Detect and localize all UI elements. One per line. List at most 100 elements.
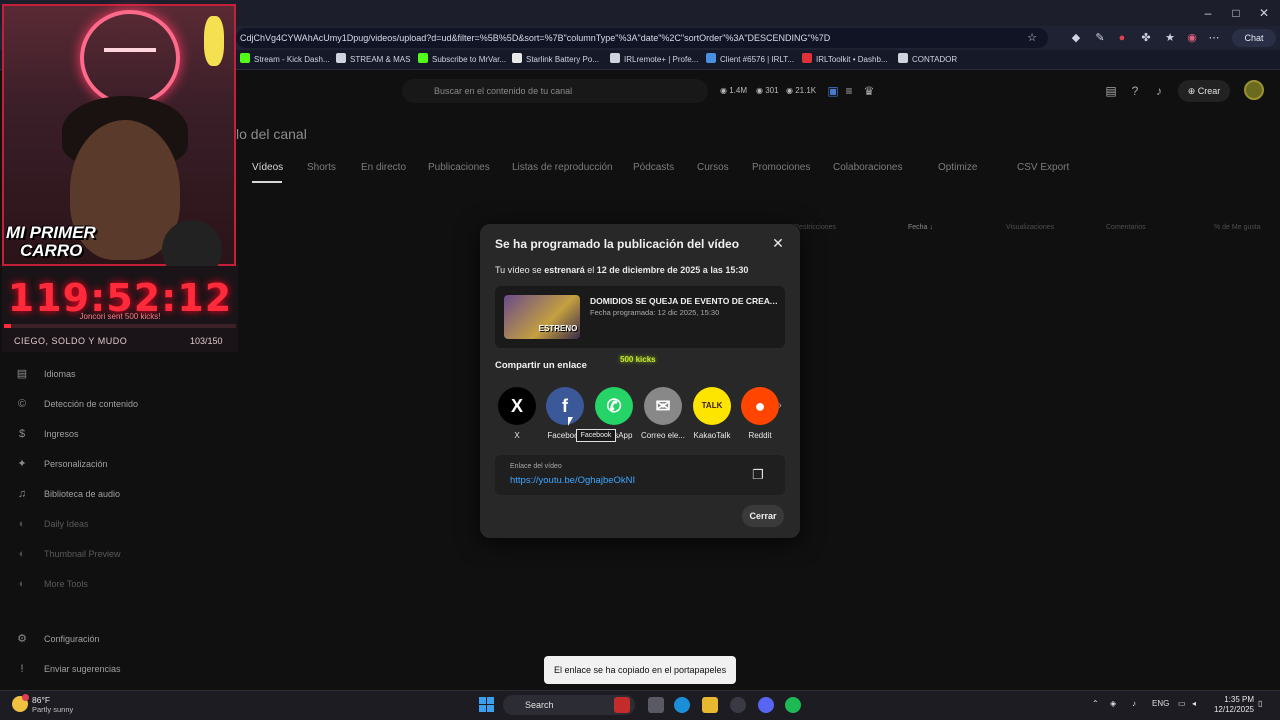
sidebar-item[interactable]: ▤ Idiomas	[14, 364, 76, 384]
column-header[interactable]: Restricciones	[794, 224, 836, 231]
goal-progress-track	[4, 324, 236, 328]
search-input[interactable]: Buscar en el contenido de tu canal	[402, 79, 708, 103]
search-highlight-icon[interactable]	[614, 697, 630, 713]
star-icon[interactable]: ☆	[1024, 30, 1040, 46]
extension-icon[interactable]: ◆	[1068, 30, 1084, 46]
sidebar-item-label: Thumbnail Preview	[44, 549, 121, 559]
spotify-icon[interactable]	[785, 697, 801, 713]
maximize-icon[interactable]: □	[1222, 4, 1250, 22]
sidebar-item[interactable]: $ Ingresos	[14, 424, 79, 444]
tab-2[interactable]: En directo	[361, 162, 406, 173]
facebook-icon[interactable]: f	[546, 387, 584, 425]
schedule-info: Tu vídeo se estrenará el 12 de diciembre…	[495, 265, 748, 275]
email-icon[interactable]: ✉	[644, 387, 682, 425]
column-header[interactable]: Fecha ↓	[908, 224, 933, 231]
tab-7[interactable]: Promociones	[752, 162, 810, 173]
stat-b: ◉ 301	[756, 86, 779, 95]
bookmark-item[interactable]: Client #6576 | IRLT...	[706, 52, 794, 68]
tab-6[interactable]: Cursos	[697, 162, 729, 173]
banana-icon	[204, 16, 224, 66]
tab-10[interactable]: CSV Export	[1017, 162, 1069, 173]
bookmark-item[interactable]: Stream - Kick Dash...	[240, 52, 330, 68]
column-header[interactable]: Comentarios	[1106, 224, 1146, 231]
tray-chevron-icon[interactable]: ⌃	[1092, 699, 1099, 708]
bookmark-favicon-icon	[336, 53, 346, 63]
more-menu-icon[interactable]: ⋯	[1206, 30, 1222, 46]
list-icon[interactable]: ≡	[840, 82, 858, 100]
pen-icon[interactable]: ✎	[1092, 30, 1108, 46]
volume-icon[interactable]: ◂	[1192, 699, 1196, 708]
tab-1[interactable]: Shorts	[307, 162, 336, 173]
clock-time[interactable]: 1:35 PM	[1214, 695, 1254, 704]
create-button[interactable]: ⊕ Crear	[1178, 80, 1230, 102]
thumbnail-icon: ◐	[18, 548, 26, 560]
video-link[interactable]: https://youtu.be/OghajbeOkNI	[510, 475, 635, 486]
weather-alert-badge	[22, 694, 29, 701]
puzzle-icon[interactable]: ✤	[1138, 30, 1154, 46]
minimize-icon[interactable]: –	[1194, 4, 1222, 22]
tab-9[interactable]: Optimize	[938, 162, 977, 173]
tab-0[interactable]: Vídeos	[252, 162, 283, 173]
sidebar-item[interactable]: ✦ Personalización	[14, 454, 107, 474]
profile-icon[interactable]: ◉	[1184, 30, 1200, 46]
sidebar-item[interactable]: ⚙ Configuración	[14, 629, 99, 649]
record-icon[interactable]: ●	[1114, 30, 1130, 46]
comments-icon[interactable]: ▤	[1102, 82, 1120, 100]
copyright-icon: ©	[17, 398, 27, 410]
close-window-icon[interactable]: ✕	[1250, 4, 1278, 22]
clock-date[interactable]: 12/12/2025	[1206, 705, 1254, 714]
bookmark-item[interactable]: CONTADOR	[898, 52, 957, 68]
sidebar-item[interactable]: ◐ Daily Ideas	[14, 514, 89, 534]
chat-button[interactable]: Chat	[1232, 29, 1276, 47]
sidebar-item[interactable]: ◐ More Tools	[14, 574, 88, 594]
promo-title: MI PRIMER CARRO	[6, 224, 96, 260]
goal-count: 103/150	[190, 336, 223, 346]
edge-icon[interactable]	[674, 697, 690, 713]
network-icon[interactable]: ▭	[1178, 699, 1186, 708]
weather-temp[interactable]: 86°F	[32, 695, 50, 705]
favorites-icon[interactable]: ★	[1162, 30, 1178, 46]
tray-app-icon[interactable]: ◈	[1110, 699, 1116, 708]
task-view-icon[interactable]	[648, 697, 664, 713]
gear-icon: ⚙	[17, 633, 27, 645]
column-header[interactable]: % de Me gusta	[1214, 224, 1261, 231]
tab-4[interactable]: Listas de reproducción	[512, 162, 613, 173]
bookmark-item[interactable]: Subscribe to MrVar...	[418, 52, 506, 68]
windows-start-icon[interactable]	[479, 697, 495, 713]
bookmark-favicon-icon	[418, 53, 428, 63]
bell-icon[interactable]: ♪	[1150, 82, 1168, 100]
tab-8[interactable]: Colaboraciones	[833, 162, 903, 173]
settings-app-icon[interactable]	[730, 697, 746, 713]
discord-icon[interactable]	[758, 697, 774, 713]
copy-icon[interactable]: ❐	[750, 467, 766, 483]
close-icon[interactable]: ✕	[770, 235, 786, 251]
url-field[interactable]: CdjChVg4CYWAhAcUmy1Dpug/videos/upload?d=…	[236, 28, 1048, 48]
column-header[interactable]: Visualizaciones	[1006, 224, 1054, 231]
help-icon[interactable]: ?	[1126, 82, 1144, 100]
bookmark-item[interactable]: Starlink Battery Po...	[512, 52, 599, 68]
mic-icon[interactable]: ♪	[1132, 699, 1136, 708]
weather-desc[interactable]: Partly sunny	[32, 705, 73, 714]
sidebar-item[interactable]: ♫ Biblioteca de audio	[14, 484, 120, 504]
tab-3[interactable]: Publicaciones	[428, 162, 490, 173]
x-logo-icon[interactable]: X	[498, 387, 536, 425]
bookmark-favicon-icon	[706, 53, 716, 63]
notification-icon[interactable]: ▯	[1258, 699, 1262, 708]
feedback-icon: !	[20, 663, 24, 675]
close-button[interactable]: Cerrar	[742, 505, 784, 527]
chevron-right-icon[interactable]: ›	[772, 398, 788, 414]
avatar[interactable]	[1244, 80, 1264, 100]
language-indicator[interactable]: ENG	[1152, 699, 1169, 708]
trophy-icon[interactable]: ♛	[860, 82, 878, 100]
sidebar-item[interactable]: © Detección de contenido	[14, 394, 138, 414]
kakaotalk-icon[interactable]: TALK	[693, 387, 731, 425]
bookmark-item[interactable]: IRLremote+ | Profe...	[610, 52, 698, 68]
file-explorer-icon[interactable]	[702, 697, 718, 713]
bookmark-item[interactable]: IRLToolkit • Dashb...	[802, 52, 888, 68]
whatsapp-icon[interactable]: ✆	[595, 387, 633, 425]
sidebar-item[interactable]: ! Enviar sugerencias	[14, 659, 120, 679]
schedule-mid: el	[584, 265, 597, 275]
bookmark-item[interactable]: STREAM & MAS	[336, 52, 410, 68]
sidebar-item[interactable]: ◐ Thumbnail Preview	[14, 544, 121, 564]
tab-5[interactable]: Pódcasts	[633, 162, 674, 173]
